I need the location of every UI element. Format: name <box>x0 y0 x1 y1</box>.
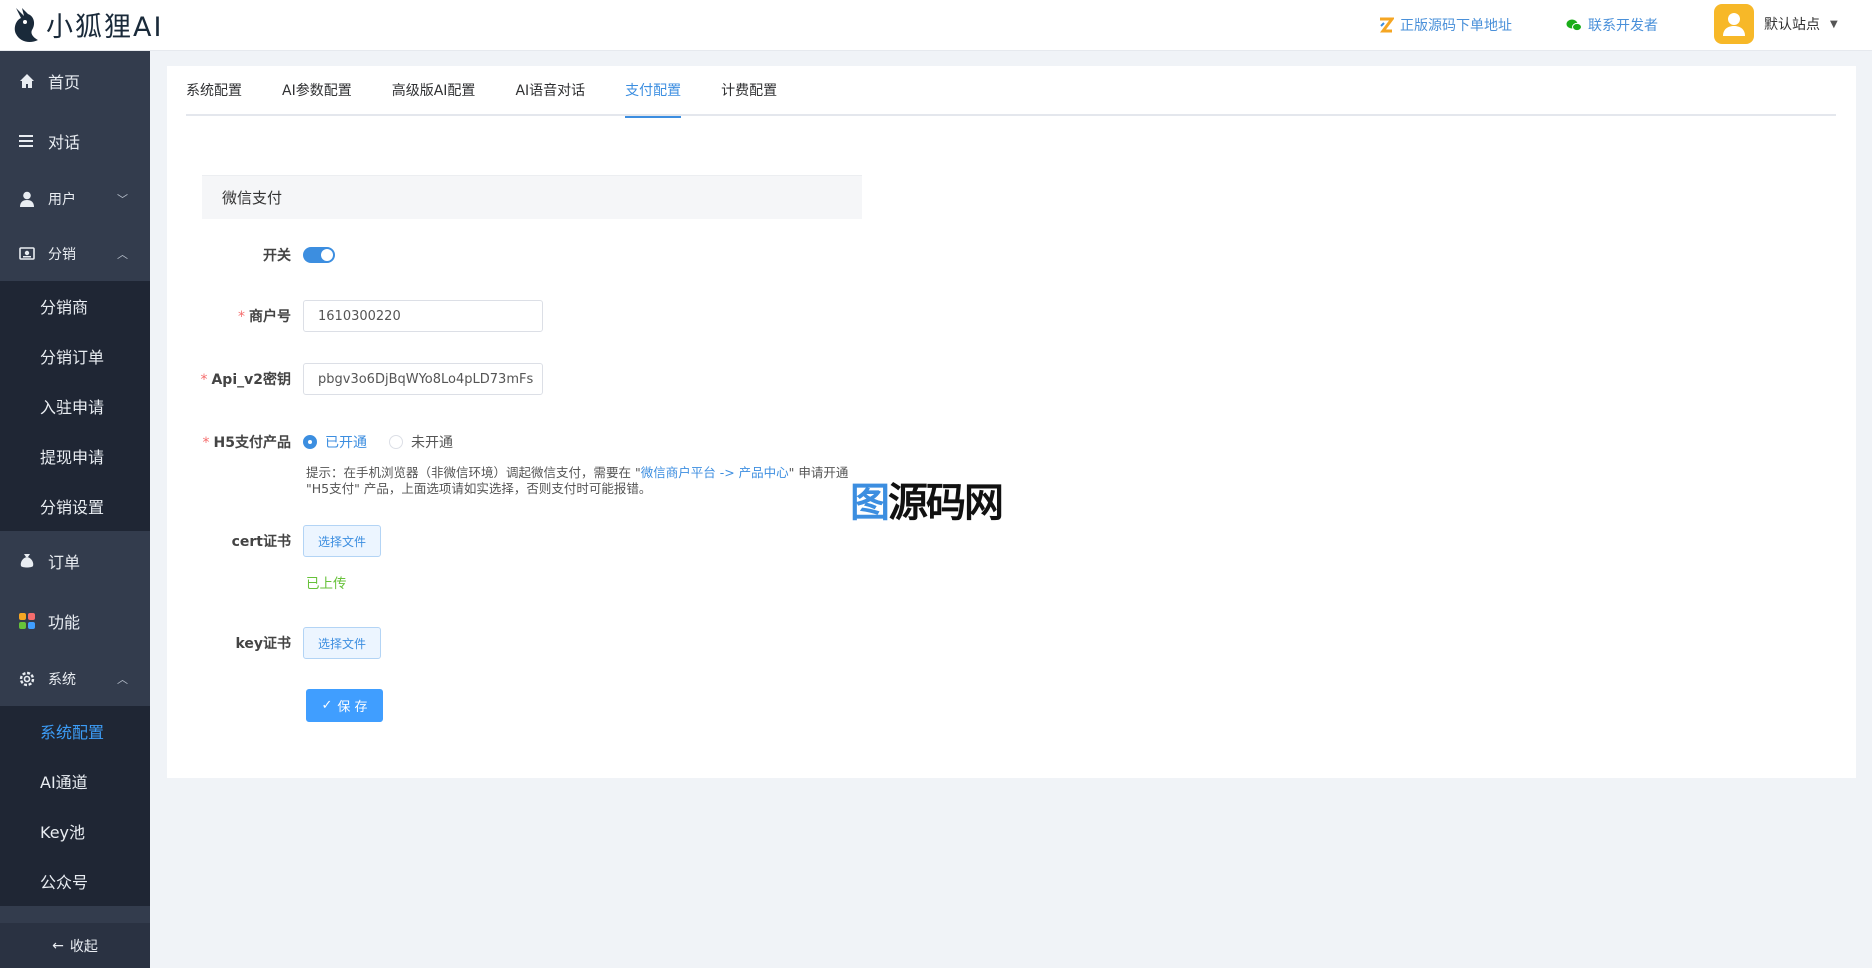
collapse-label: 收起 <box>69 938 98 955</box>
main-panel: 系统配置 AI参数配置 高级版AI配置 AI语音对话 支付配置 计费配置 <box>167 66 1856 778</box>
top-header: 小狐狸AI 正版源码下单地址 联系开发者 默认站点 ▼ <box>0 0 1872 51</box>
merchant-label: * 商户号 <box>238 309 291 325</box>
wechat-pay-section-title: 微信支付 <box>202 175 862 219</box>
save-label: 保 存 <box>337 700 368 715</box>
apikey-row: * Api_v2密钥 pbgv3o6DjBqWYo8Lo4pLD73mFs <box>43 363 543 395</box>
watermark-logo: 图源码网 <box>850 480 1004 526</box>
cert-choose-file-button[interactable]: 选择文件 <box>303 525 382 557</box>
tab-system-config[interactable]: 系统配置 <box>186 66 242 116</box>
h5-disabled-radio[interactable]: 未开通 <box>389 432 453 452</box>
check-icon: ✓ <box>321 698 333 713</box>
distribution-icon <box>18 245 36 263</box>
chevron-up-icon: ︿ <box>117 672 128 686</box>
user-menu[interactable]: 默认站点 ▼ <box>1714 4 1838 44</box>
gear-icon <box>18 670 36 688</box>
merchant-row: * 商户号 1610300220 <box>43 300 543 332</box>
contact-developer-label: 联系开发者 <box>1588 18 1658 34</box>
h5-row: * H5支付产品 已开通 未开通 <box>43 433 475 451</box>
sidebar-item-label: 首页 <box>48 73 81 92</box>
sidebar-item-system[interactable]: 系统 ︿ <box>0 651 150 706</box>
key-label: key证书 <box>235 636 291 652</box>
chevron-down-icon: ﹀ <box>117 192 128 206</box>
save-button[interactable]: ✓ 保 存 <box>306 689 383 722</box>
h5-enabled-radio[interactable]: 已开通 <box>303 432 367 452</box>
sidebar-item-key-pool[interactable]: Key池 <box>0 806 150 856</box>
user-avatar-icon <box>1714 4 1754 44</box>
tab-ai-params[interactable]: AI参数配置 <box>282 66 352 116</box>
buy-source-link[interactable]: 正版源码下单地址 <box>1378 15 1512 35</box>
sidebar: 首页 对话 用户 ﹀ 分销 ︿ 分销商 分销订单 入驻申请 提现申请 分销设置 … <box>0 51 150 968</box>
cert-label: cert证书 <box>231 534 291 550</box>
tab-advanced-ai[interactable]: 高级版AI配置 <box>392 66 476 116</box>
wechat-icon <box>1566 17 1582 33</box>
system-submenu: 系统配置 AI通道 Key池 公众号 <box>0 706 150 906</box>
apps-icon <box>18 612 36 630</box>
brand-z-icon <box>1378 17 1395 33</box>
sidebar-item-distribution-settings[interactable]: 分销设置 <box>0 481 150 531</box>
h5-hint-text: 提示：在手机浏览器（非微信环境）调起微信支付，需要在 "微信商户平台 -> 产品… <box>306 465 849 496</box>
cert-uploaded-status: 已上传 <box>306 576 347 592</box>
arrow-left-icon: ← <box>52 937 64 954</box>
contact-developer-link[interactable]: 联系开发者 <box>1566 15 1658 35</box>
cert-row: cert证书 选择文件 <box>43 525 382 557</box>
wechat-pay-switch[interactable] <box>303 247 335 263</box>
buy-source-label: 正版源码下单地址 <box>1400 18 1512 34</box>
app-name: 小狐狸AI <box>46 12 164 43</box>
tab-payment-config[interactable]: 支付配置 <box>625 66 682 118</box>
apikey-label: * Api_v2密钥 <box>200 372 291 388</box>
product-center-link[interactable]: 微信商户平台 -> 产品中心 <box>641 465 789 480</box>
key-row: key证书 选择文件 <box>43 627 382 659</box>
sidebar-item-label: 对话 <box>48 133 81 152</box>
config-tabs: 系统配置 AI参数配置 高级版AI配置 AI语音对话 支付配置 计费配置 <box>186 66 1836 118</box>
user-icon <box>18 190 36 208</box>
sidebar-item-users[interactable]: 用户 ﹀ <box>0 171 150 226</box>
sidebar-item-ai-channels[interactable]: AI通道 <box>0 756 150 806</box>
sidebar-item-home[interactable]: 首页 <box>0 51 150 111</box>
home-icon <box>18 72 36 90</box>
list-icon <box>18 132 36 150</box>
caret-down-icon: ▼ <box>1830 18 1838 30</box>
sidebar-item-chat[interactable]: 对话 <box>0 111 150 171</box>
collapse-sidebar-button[interactable]: ← 收起 <box>0 923 150 968</box>
switch-label: 开关 <box>263 248 291 264</box>
h5-label: * H5支付产品 <box>202 435 291 451</box>
money-bag-icon <box>18 552 36 570</box>
merchant-id-input[interactable]: 1610300220 <box>303 300 543 332</box>
tab-billing-config[interactable]: 计费配置 <box>721 66 777 116</box>
user-name: 默认站点 <box>1764 17 1820 33</box>
key-choose-file-button[interactable]: 选择文件 <box>303 627 382 659</box>
api-v2-key-input[interactable]: pbgv3o6DjBqWYo8Lo4pLD73mFs <box>303 363 543 395</box>
sidebar-item-label: 系统 <box>48 671 76 688</box>
sidebar-item-system-config[interactable]: 系统配置 <box>0 706 150 756</box>
tab-ai-voice[interactable]: AI语音对话 <box>515 66 585 116</box>
sidebar-item-label: 用户 <box>48 191 76 208</box>
sidebar-item-official-account[interactable]: 公众号 <box>0 856 150 906</box>
fox-logo-icon <box>14 7 38 42</box>
switch-row: 开关 <box>43 246 335 264</box>
app-logo[interactable]: 小狐狸AI <box>12 5 163 44</box>
